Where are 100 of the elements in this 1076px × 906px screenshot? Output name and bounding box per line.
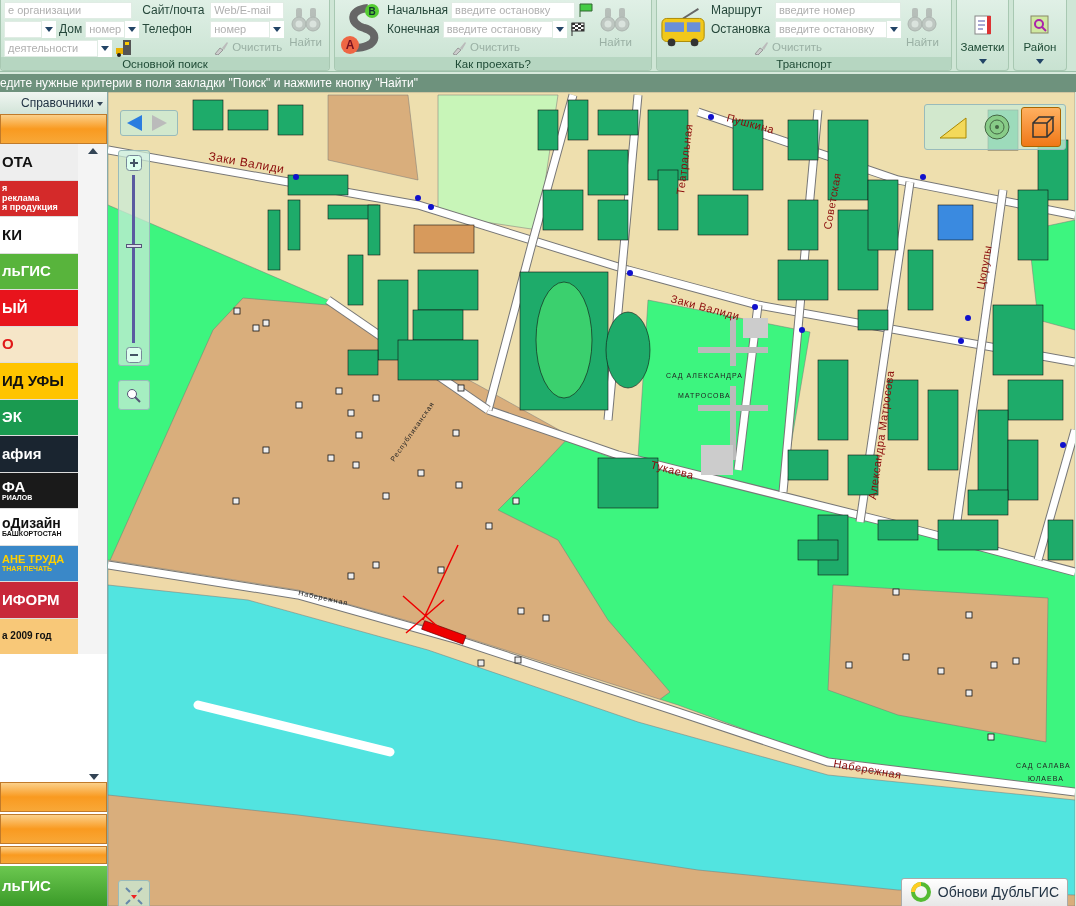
building (867, 179, 899, 251)
bus-stop-dot[interactable] (708, 114, 714, 120)
checkered-flag-icon[interactable] (569, 21, 586, 37)
banner-text: афия (2, 445, 43, 462)
building (227, 109, 269, 131)
dropdown-button[interactable] (887, 20, 901, 38)
refresh-icon (909, 881, 932, 903)
dropdown-button[interactable] (270, 20, 285, 38)
building (277, 104, 304, 136)
directory-menu[interactable]: Справочники (0, 92, 107, 114)
update-button[interactable]: Обнови ДубльГИС (900, 878, 1068, 906)
building (587, 149, 629, 196)
map-label: Театральная (674, 123, 695, 196)
dropdown-field[interactable]: введите остановку (775, 20, 887, 38)
house (262, 446, 270, 454)
logo-text: льГИС (0, 866, 107, 906)
zoom-slider-thumb[interactable] (126, 243, 142, 248)
building (287, 174, 349, 196)
building (992, 304, 1044, 376)
dropdown-field[interactable]: номер (85, 20, 126, 38)
banner-text: КИ (2, 226, 23, 243)
ad-banner[interactable]: ИД УФЫ (0, 363, 78, 399)
bus-stop-dot[interactable] (627, 270, 633, 276)
radar-icon (983, 113, 1011, 141)
bus-stop-dot[interactable] (293, 174, 299, 180)
building (937, 519, 999, 551)
bus-stop-dot[interactable] (965, 315, 971, 321)
house (352, 461, 360, 469)
back-arrow-icon[interactable] (127, 115, 143, 131)
expand-arrows-icon (125, 887, 143, 906)
banner-text: О (2, 336, 15, 353)
bus-stop-dot[interactable] (1060, 442, 1066, 448)
ad-banner[interactable]: КИ (0, 217, 78, 253)
building (537, 109, 559, 151)
truck-icon[interactable] (115, 39, 133, 57)
bus-stop-dot[interactable] (799, 327, 805, 333)
house (1012, 657, 1020, 665)
field-label: Остановка (711, 21, 771, 38)
scroll-down-icon[interactable] (89, 774, 99, 780)
square (743, 318, 768, 338)
caret-icon (128, 26, 137, 32)
ruler-icon (938, 114, 968, 140)
scroll-up-icon[interactable] (87, 148, 98, 154)
house (517, 607, 525, 615)
house (965, 611, 973, 619)
building (192, 99, 224, 131)
house (295, 401, 303, 409)
binoculars-icon (599, 6, 632, 33)
dropdown-button[interactable] (98, 39, 112, 57)
house (347, 409, 355, 417)
input-field[interactable]: Web/E-mail (210, 1, 285, 19)
ad-banner[interactable]: ЭК (0, 399, 78, 435)
zoom-in-icon[interactable] (126, 155, 142, 171)
dropdown-field[interactable]: деятельности (4, 39, 98, 57)
binoculars-icon (289, 6, 322, 33)
bus-stop-dot[interactable] (958, 338, 964, 344)
field-label: Начальная (387, 2, 449, 19)
zoom-area-button[interactable] (118, 380, 150, 410)
banner-text: а 2009 год (2, 631, 53, 642)
house (347, 572, 355, 580)
building (597, 109, 639, 136)
notes-button[interactable]: Заметки (957, 0, 1008, 70)
ad-banner[interactable]: ЫЙ (0, 290, 78, 326)
banner-text: я продукция (2, 202, 59, 213)
house (455, 481, 463, 489)
bus-stop-dot[interactable] (428, 204, 434, 210)
ad-banner[interactable]: О (0, 326, 78, 362)
ad-banner[interactable]: афия (0, 436, 78, 472)
input-field[interactable]: введите остановку (451, 1, 576, 19)
dropdown-button[interactable] (125, 20, 140, 38)
caret-icon (45, 26, 53, 32)
building (347, 254, 364, 306)
ad-banner[interactable]: а 2009 год (0, 618, 78, 654)
route-end-marker: A (341, 36, 359, 54)
brush-icon (451, 41, 467, 55)
ad-banner[interactable]: ИФОРМ (0, 582, 78, 618)
dropdown-field[interactable]: номер (210, 20, 271, 38)
brush-icon (213, 41, 230, 55)
search-field[interactable]: е организации (4, 1, 132, 19)
field-label: Конечная (387, 21, 440, 38)
map-label: Заки Валиди (207, 149, 286, 177)
ad-banner[interactable]: я реклама я продукция (0, 180, 78, 216)
dropdown-button[interactable] (42, 20, 56, 38)
bus-stop-dot[interactable] (415, 195, 421, 201)
map-tool-button[interactable] (1021, 107, 1061, 147)
map-label: Советская (821, 171, 843, 231)
dropdown-field[interactable]: введите остановку (442, 20, 553, 38)
building (267, 209, 281, 271)
zoom-out-icon[interactable] (126, 347, 142, 363)
house (372, 561, 380, 569)
bus-stop-dot[interactable] (752, 304, 758, 310)
ad-banner[interactable]: ОТА (0, 144, 78, 180)
fit-view-button[interactable] (118, 880, 150, 906)
district-button[interactable]: Район (1014, 0, 1066, 70)
banner-text: оДизайн (2, 515, 62, 531)
input-field[interactable]: введите номер (775, 1, 901, 19)
bus-stop-dot[interactable] (920, 174, 926, 180)
house (990, 661, 998, 669)
house (452, 429, 460, 437)
house (437, 566, 445, 574)
